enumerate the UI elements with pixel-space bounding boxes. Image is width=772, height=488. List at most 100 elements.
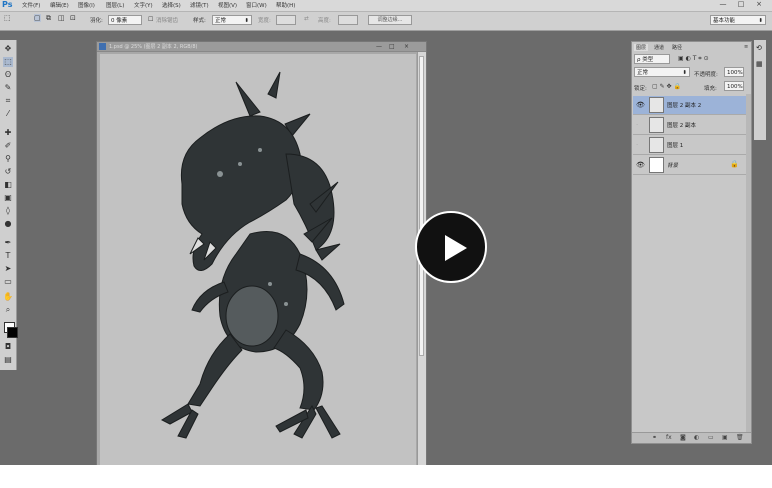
- play-icon: [445, 235, 467, 261]
- swap-icon[interactable]: ⇄: [304, 16, 309, 22]
- menu-select[interactable]: 选择(S): [162, 1, 181, 9]
- fill-input[interactable]: 100%: [724, 81, 744, 91]
- layer-row[interactable]: · 图层 1: [633, 136, 749, 155]
- layer-row[interactable]: · 图层 2 副本: [633, 116, 749, 135]
- doc-restore-button[interactable]: □: [389, 42, 395, 51]
- menu-layer[interactable]: 图层(L): [106, 1, 124, 9]
- tab-layers[interactable]: 图层: [634, 44, 649, 51]
- play-button[interactable]: [415, 211, 487, 283]
- layer-thumbnail: [649, 157, 664, 173]
- layer-row[interactable]: 👁 背景 🔒: [633, 156, 749, 175]
- height-input[interactable]: [338, 15, 358, 25]
- marquee-tool-icon[interactable]: ⬚: [4, 14, 11, 22]
- quick-mask-icon[interactable]: ◘: [3, 342, 13, 352]
- layers-panel: 图层 通道 路径 ≡ ρ 类型 ▣ ◐ T ⌗ ⊙ 正常 ⬍ 不透明度: 100%…: [631, 41, 752, 444]
- style-select-value: 正常: [215, 18, 227, 24]
- blend-mode-select[interactable]: 正常 ⬍: [634, 67, 690, 77]
- eye-icon[interactable]: 👁: [636, 161, 645, 169]
- type-tool-icon[interactable]: T: [3, 251, 13, 261]
- quick-select-tool-icon[interactable]: ✎: [3, 83, 13, 93]
- opacity-input[interactable]: 100%: [724, 67, 744, 77]
- style-select[interactable]: 正常 ⬍: [212, 15, 252, 25]
- chevron-down-icon: ⬍: [758, 18, 763, 24]
- subtract-selection-icon[interactable]: ◫: [58, 14, 65, 22]
- shape-tool-icon[interactable]: ▭: [3, 277, 13, 287]
- feather-input[interactable]: 0 像素: [108, 15, 142, 25]
- menu-window[interactable]: 窗口(W): [246, 1, 267, 9]
- chevron-down-icon: ⬍: [244, 18, 249, 24]
- panel-menu-icon[interactable]: ≡: [742, 44, 750, 50]
- scrollbar-thumb[interactable]: [419, 56, 424, 356]
- intersect-selection-icon[interactable]: ⊡: [70, 14, 76, 22]
- gradient-tool-icon[interactable]: ▣: [3, 193, 13, 203]
- dodge-tool-icon[interactable]: ●: [3, 219, 13, 229]
- lock-icon: 🔒: [730, 160, 739, 168]
- width-input[interactable]: [276, 15, 296, 25]
- lock-label: 锁定:: [634, 86, 647, 92]
- workspace-select[interactable]: 基本功能 ⬍: [710, 15, 766, 25]
- pen-tool-icon[interactable]: ✒: [3, 238, 13, 248]
- document-icon: [99, 43, 106, 50]
- link-icon[interactable]: ⚭: [652, 434, 657, 441]
- doc-close-button[interactable]: ×: [404, 42, 409, 51]
- blur-tool-icon[interactable]: ◊: [3, 206, 13, 216]
- layer-name: 图层 1: [667, 143, 684, 149]
- doc-minimize-button[interactable]: —: [376, 42, 382, 51]
- zoom-tool-icon[interactable]: ⌕: [3, 305, 13, 315]
- tab-channels[interactable]: 通道: [652, 44, 666, 51]
- eye-hidden-icon[interactable]: ·: [636, 141, 638, 149]
- layer-row[interactable]: 👁 图层 2 副本 2: [633, 96, 749, 115]
- properties-icon[interactable]: ▦: [756, 60, 763, 68]
- refine-edge-button[interactable]: 调整边缘...: [368, 15, 412, 25]
- adjustment-icon[interactable]: ◐: [694, 434, 699, 441]
- trash-icon[interactable]: 🗑: [736, 434, 744, 441]
- new-selection-icon[interactable]: ▢: [34, 14, 41, 22]
- menu-view[interactable]: 视图(V): [218, 1, 237, 9]
- history-icon[interactable]: ⟲: [756, 44, 762, 52]
- path-select-tool-icon[interactable]: ➤: [3, 264, 13, 274]
- tab-paths[interactable]: 路径: [670, 44, 684, 51]
- layer-thumbnail: [649, 97, 664, 113]
- workspace-select-value: 基本功能: [713, 18, 736, 24]
- eye-hidden-icon[interactable]: ·: [636, 121, 638, 129]
- eye-icon[interactable]: 👁: [636, 101, 645, 109]
- eraser-tool-icon[interactable]: ◧: [3, 180, 13, 190]
- menu-edit[interactable]: 编辑(E): [50, 1, 69, 9]
- document-title-bar[interactable]: 1.psd @ 25% (图层 2 副本 2, RGB/8) — □ ×: [97, 42, 426, 52]
- antialias-checkbox[interactable]: ☐: [148, 16, 153, 23]
- marquee-tool-icon[interactable]: ⬚: [3, 57, 13, 67]
- hand-tool-icon[interactable]: ✋: [3, 292, 13, 302]
- restore-button[interactable]: □: [734, 0, 748, 9]
- crop-tool-icon[interactable]: ⌗: [3, 96, 13, 106]
- layer-name: 图层 2 副本: [667, 123, 696, 129]
- lasso-tool-icon[interactable]: ʘ: [3, 70, 13, 80]
- healing-brush-tool-icon[interactable]: ✚: [3, 128, 13, 138]
- mask-icon[interactable]: ◙: [680, 434, 686, 441]
- menu-type[interactable]: 文字(Y): [134, 1, 153, 9]
- brush-tool-icon[interactable]: ✐: [3, 141, 13, 151]
- menu-filter[interactable]: 滤镜(T): [190, 1, 209, 9]
- background-color-swatch[interactable]: [7, 327, 18, 338]
- move-tool-icon[interactable]: ✥: [3, 44, 13, 54]
- folder-icon[interactable]: ▭: [708, 434, 714, 441]
- new-layer-icon[interactable]: ▣: [722, 434, 728, 441]
- clone-stamp-tool-icon[interactable]: ⚲: [3, 154, 13, 164]
- screen-mode-icon[interactable]: ▤: [3, 355, 13, 365]
- menu-image[interactable]: 图像(I): [78, 1, 95, 9]
- canvas[interactable]: [100, 54, 416, 474]
- fill-label: 填充:: [704, 86, 717, 92]
- eyedropper-tool-icon[interactable]: ⁄: [3, 109, 13, 119]
- add-selection-icon[interactable]: ⧉: [46, 14, 51, 23]
- filter-type-value: ρ 类型: [637, 57, 654, 63]
- menu-help[interactable]: 帮助(H): [276, 1, 295, 9]
- filter-icons[interactable]: ▣ ◐ T ⌗ ⊙: [678, 55, 709, 63]
- close-button[interactable]: ×: [752, 0, 766, 9]
- menu-file[interactable]: 文件(F): [22, 1, 40, 9]
- history-brush-tool-icon[interactable]: ↺: [3, 167, 13, 177]
- filter-type-select[interactable]: ρ 类型: [634, 54, 670, 64]
- minimize-button[interactable]: —: [716, 0, 730, 9]
- lock-icons[interactable]: ▢ ✎ ✥ 🔒: [652, 83, 681, 90]
- panel-scrollbar[interactable]: [746, 94, 751, 434]
- fx-icon[interactable]: fx: [666, 434, 672, 441]
- menu-bar: Ps 文件(F) 编辑(E) 图像(I) 图层(L) 文字(Y) 选择(S) 滤…: [0, 0, 772, 12]
